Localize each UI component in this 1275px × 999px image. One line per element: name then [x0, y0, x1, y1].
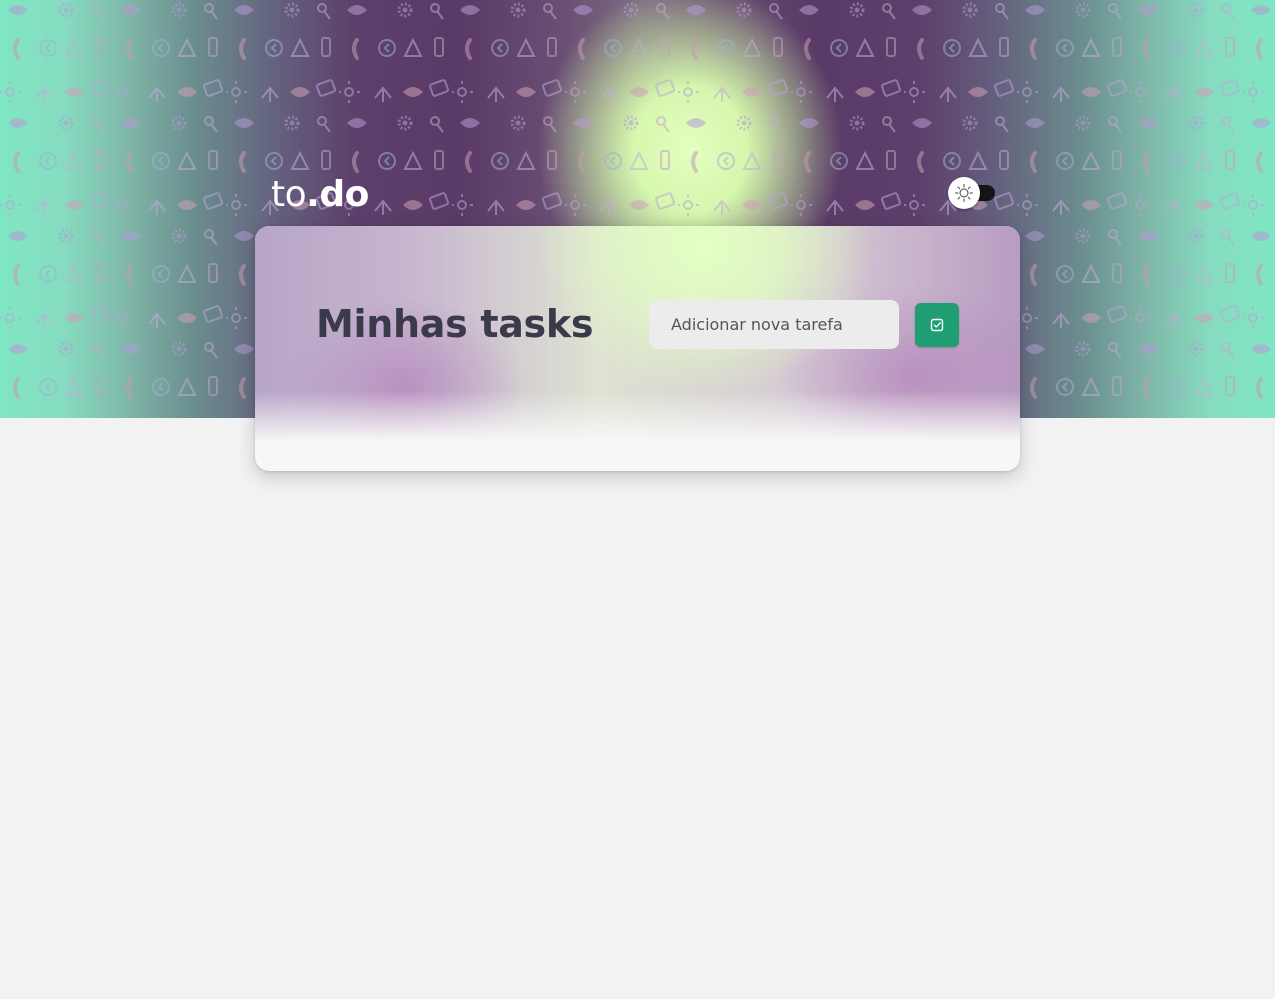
tasks-card: Minhas tasks: [255, 226, 1020, 471]
app-logo: to.do: [271, 172, 369, 218]
sun-icon: [955, 184, 973, 202]
toggle-knob: [948, 177, 980, 209]
page-title: Minhas tasks: [316, 302, 594, 346]
new-task-input[interactable]: [649, 300, 899, 349]
card-tint: [255, 226, 1020, 471]
check-square-icon: [930, 318, 944, 332]
logo-dot: .: [306, 174, 320, 215]
logo-prefix: to: [271, 174, 307, 215]
logo-suffix: do: [319, 174, 369, 215]
theme-toggle[interactable]: [947, 177, 997, 209]
add-task-button[interactable]: [915, 303, 959, 347]
